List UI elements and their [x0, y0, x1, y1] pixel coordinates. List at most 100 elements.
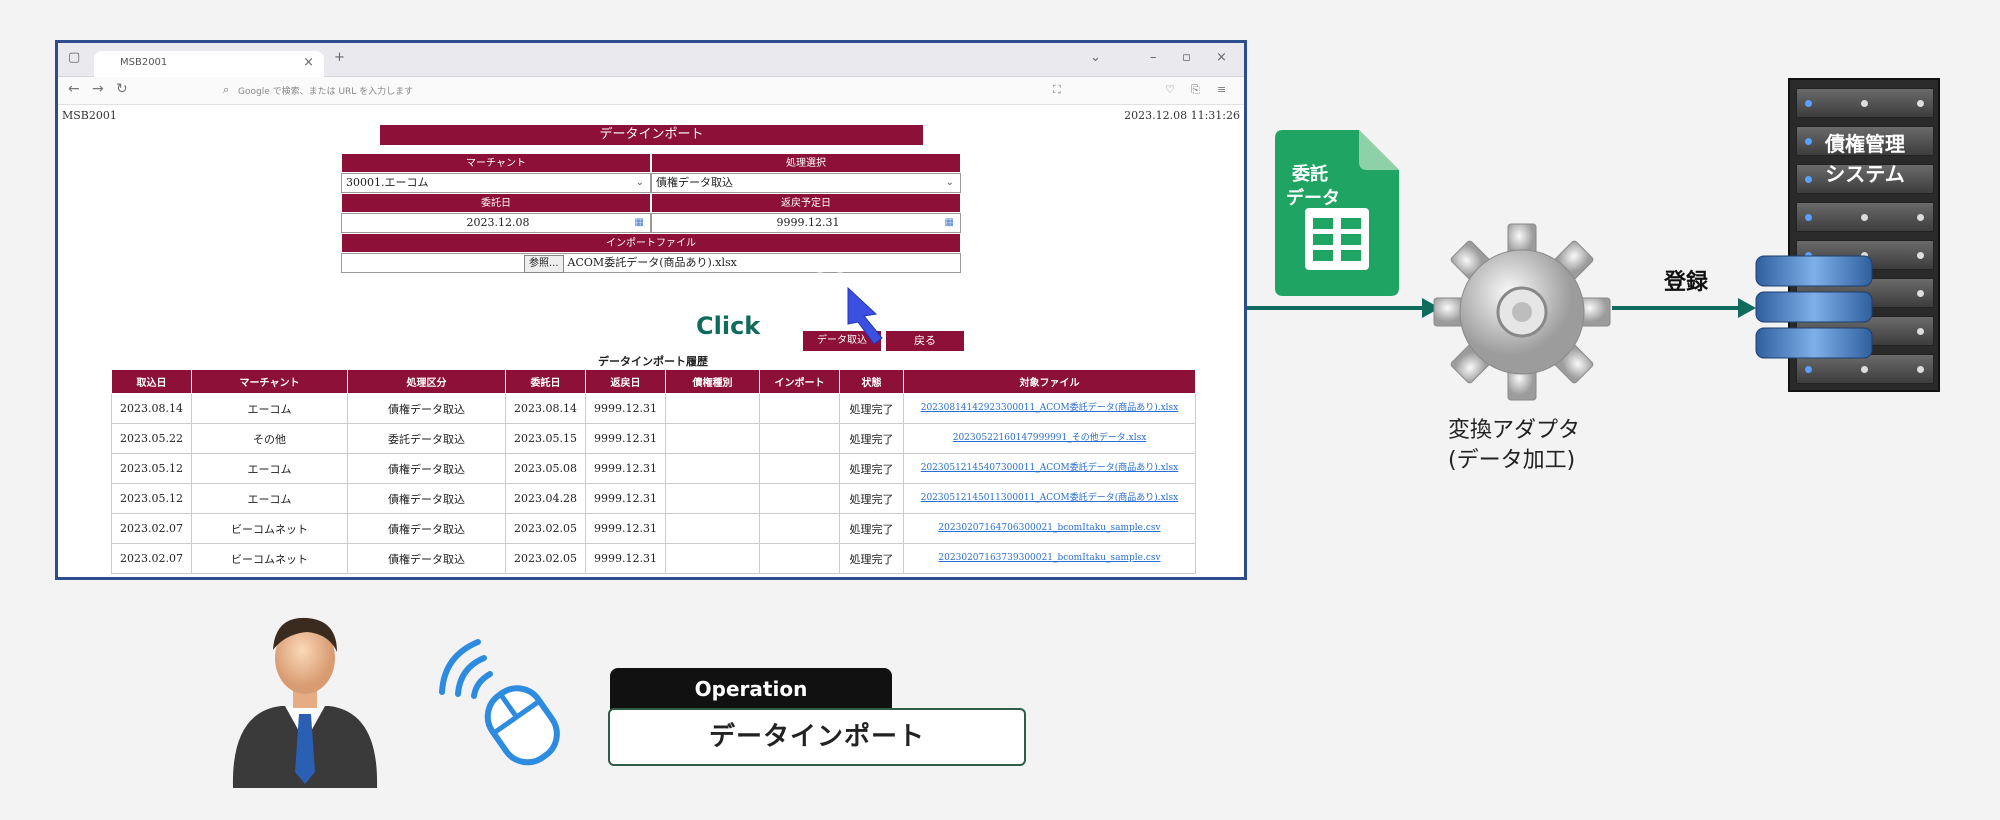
click-label: Click	[696, 312, 761, 340]
file-link[interactable]: 20230207164706300021_bcomItaku_sample.cs…	[903, 513, 1196, 544]
sheet-label: データ	[1286, 188, 1340, 209]
history-table: 取込日 マーチャント 処理区分 委託日 返戻日 債権種別 インポート 状態 対象…	[111, 369, 1196, 574]
reload-icon[interactable]: ↻	[116, 81, 128, 97]
browser-tab[interactable]: MSB2001 ×	[94, 51, 324, 77]
read-mode-icon[interactable]: ⛶	[1053, 83, 1061, 97]
table-row: 2023.05.12 エーコム 債権データ取込 2023.05.08 9999.12.3…	[111, 453, 1196, 484]
forward-icon[interactable]: →	[92, 81, 104, 97]
import-form: マーチャント 処理選択 30001.エーコム ⌄ 債権データ取込 ⌄ 委託日 返戻予…	[341, 153, 961, 273]
file-link[interactable]: 20230207163739300021_bcomItaku_sample.cs…	[903, 543, 1196, 574]
rack-unit	[1796, 202, 1934, 232]
col-target-file: 対象ファイル	[903, 369, 1196, 394]
menu-icon[interactable]: ≡	[1217, 83, 1226, 96]
table-row: 2023.08.14 エーコム 債権データ取込 2023.08.14 9999.12.3…	[111, 393, 1196, 424]
tab-actions-icon[interactable]: ▢	[68, 50, 80, 65]
table-cell	[759, 543, 840, 574]
back-icon[interactable]: ←	[68, 81, 80, 97]
pocket-icon[interactable]: ♡	[1165, 83, 1175, 96]
table-cell: 9999.12.31	[585, 393, 666, 424]
table-cell: 9999.12.31	[585, 513, 666, 544]
register-label: 登録	[1664, 270, 1709, 295]
history-title: データインポート履歴	[598, 355, 708, 368]
file-link[interactable]: 20230814142923300011_ACOM委託データ(商品あり).xls…	[903, 393, 1196, 424]
table-cell	[665, 513, 760, 544]
process-value: 債権データ取込	[656, 176, 733, 189]
table-cell: 債権データ取込	[347, 543, 506, 574]
table-cell: 処理完了	[839, 423, 904, 454]
operation-name: データインポート	[608, 708, 1026, 766]
tab-bar: ▢ MSB2001 × + ⌄ – ▫ ×	[58, 43, 1244, 77]
merchant-select[interactable]: 30001.エーコム ⌄	[341, 173, 651, 193]
calendar-icon[interactable]: ▦	[635, 214, 644, 232]
database-icon	[1755, 255, 1873, 359]
page-content: MSB2001 2023.12.08 11:31:26 データインポート マーチ…	[58, 105, 1244, 577]
table-cell: 9999.12.31	[585, 483, 666, 514]
table-cell	[665, 453, 760, 484]
rack-unit	[1796, 88, 1934, 118]
process-label: 処理選択	[651, 153, 961, 173]
table-cell	[665, 483, 760, 514]
table-row: 2023.05.22 その他 委託データ取込 2023.05.15 9999.12.31…	[111, 423, 1196, 454]
flow-line	[1612, 306, 1740, 310]
table-cell	[665, 543, 760, 574]
table-cell: 2023.02.05	[505, 513, 586, 544]
chevron-down-icon[interactable]: ⌄	[1090, 50, 1101, 65]
new-tab-icon[interactable]: +	[334, 50, 345, 65]
col-process-type: 処理区分	[347, 369, 506, 394]
table-cell	[759, 453, 840, 484]
table-cell: 処理完了	[839, 483, 904, 514]
browse-button[interactable]: 参照...	[524, 255, 564, 273]
url-input[interactable]: Google で検索、または URL を入力します	[238, 84, 413, 97]
return-date-label: 返戻予定日	[651, 193, 961, 213]
table-row: 2023.02.07 ビーコムネット 債権データ取込 2023.02.05 9999.1…	[111, 513, 1196, 544]
table-cell: 9999.12.31	[585, 543, 666, 574]
user-icon	[232, 617, 378, 788]
file-link[interactable]: 20230512145011300011_ACOM委託データ(商品あり).xls…	[903, 483, 1196, 514]
file-link[interactable]: 20230512145407300011_ACOM委託データ(商品あり).xls…	[903, 453, 1196, 484]
minimize-icon[interactable]: –	[1150, 50, 1157, 65]
table-cell: 9999.12.31	[585, 453, 666, 484]
col-import-date: 取込日	[111, 369, 192, 394]
gear-icon	[1433, 223, 1611, 401]
file-link[interactable]: 20230522160147999991_その他データ.xlsx	[903, 423, 1196, 454]
entrust-date-field[interactable]: 2023.12.08 ▦	[341, 213, 651, 233]
table-cell: 2023.02.07	[111, 543, 192, 574]
file-name: ACOM委託データ(商品あり).xlsx	[567, 256, 737, 269]
import-file-label: インポートファイル	[341, 233, 961, 253]
page-title: データインポート	[380, 125, 923, 145]
table-cell: 2023.05.15	[505, 423, 586, 454]
extensions-icon[interactable]: ⎘	[1191, 83, 1200, 97]
table-cell: 2023.05.12	[111, 483, 192, 514]
spreadsheet-icon	[1275, 130, 1399, 296]
table-cell: 2023.05.08	[505, 453, 586, 484]
tab-title: MSB2001	[120, 57, 168, 68]
table-cell: 2023.08.14	[505, 393, 586, 424]
return-date-field[interactable]: 9999.12.31 ▦	[651, 213, 961, 233]
col-import: インポート	[759, 369, 840, 394]
close-window-icon[interactable]: ×	[1216, 50, 1227, 65]
table-cell: 債権データ取込	[347, 483, 506, 514]
table-cell: 債権データ取込	[347, 393, 506, 424]
table-cell: 9999.12.31	[585, 423, 666, 454]
table-cell	[759, 483, 840, 514]
browser-window: ▢ MSB2001 × + ⌄ – ▫ × ← → ↻ ⌕ Google で検索…	[55, 40, 1247, 580]
merchant-label: マーチャント	[341, 153, 651, 173]
table-row: 2023.05.12 エーコム 債権データ取込 2023.04.28 9999.12.3…	[111, 483, 1196, 514]
table-cell	[665, 423, 760, 454]
close-tab-icon[interactable]: ×	[303, 55, 314, 70]
table-cell: 2023.02.05	[505, 543, 586, 574]
merchant-value: 30001.エーコム	[346, 176, 429, 189]
calendar-icon[interactable]: ▦	[945, 214, 954, 232]
table-cell: 処理完了	[839, 543, 904, 574]
table-cell: 処理完了	[839, 393, 904, 424]
table-cell: 2023.02.07	[111, 513, 192, 544]
col-return-date: 返戻日	[585, 369, 666, 394]
table-cell: その他	[191, 423, 348, 454]
table-cell: 債権データ取込	[347, 513, 506, 544]
maximize-icon[interactable]: ▫	[1182, 50, 1191, 65]
system-label: 債権管理	[1825, 132, 1905, 156]
col-status: 状態	[839, 369, 904, 394]
process-select[interactable]: 債権データ取込 ⌄	[651, 173, 961, 193]
adapter-sublabel: (データ加工)	[1448, 448, 1576, 473]
col-entrust-date: 委託日	[505, 369, 586, 394]
